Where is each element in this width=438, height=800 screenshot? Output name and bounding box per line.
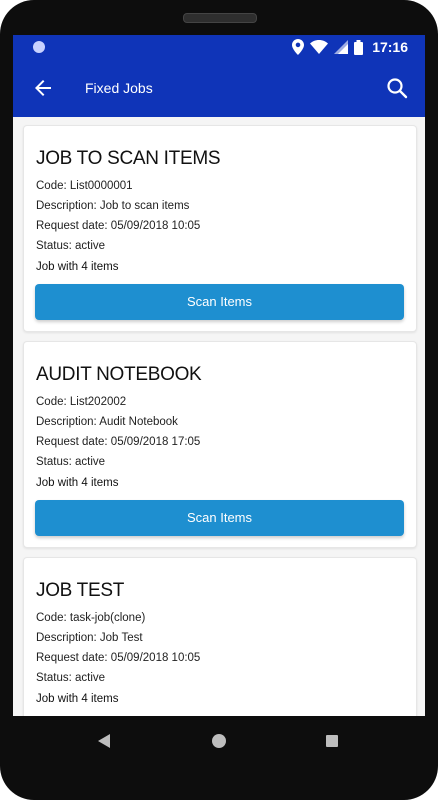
notification-icon bbox=[33, 41, 45, 53]
job-status: Status: active bbox=[36, 672, 106, 684]
job-code: Code: task-job(clone) bbox=[36, 612, 146, 624]
job-description: Description: Audit Notebook bbox=[36, 416, 178, 428]
job-request-date: Request date: 05/09/2018 10:05 bbox=[36, 652, 201, 664]
job-code: Code: List0000001 bbox=[36, 180, 133, 192]
speaker-grill bbox=[183, 13, 257, 23]
job-description: Description: Job to scan items bbox=[36, 200, 190, 212]
job-list[interactable]: JOB TO SCAN ITEMS Code: List0000001 Desc… bbox=[13, 117, 425, 716]
job-card: JOB TEST Code: task-job(clone) Descripti… bbox=[23, 557, 417, 716]
nav-recent-apps-icon[interactable] bbox=[326, 735, 338, 747]
device-frame: 17:16 Fixed Jobs JOB TO SCAN ITEMS Code:… bbox=[0, 0, 438, 800]
status-icons bbox=[292, 39, 363, 55]
status-bar: 17:16 bbox=[13, 35, 425, 60]
scan-items-button[interactable]: Scan Items bbox=[35, 500, 404, 536]
wifi-icon bbox=[310, 40, 328, 54]
job-code: Code: List202002 bbox=[36, 396, 127, 408]
navigation-bar bbox=[0, 716, 438, 800]
job-card: JOB TO SCAN ITEMS Code: List0000001 Desc… bbox=[23, 125, 417, 332]
signal-icon bbox=[334, 40, 348, 54]
page-title: Fixed Jobs bbox=[85, 80, 153, 96]
job-item-count: Job with 4 items bbox=[36, 693, 119, 705]
status-time: 17:16 bbox=[372, 39, 408, 55]
battery-icon bbox=[354, 39, 363, 55]
job-description: Description: Job Test bbox=[36, 632, 143, 644]
nav-back-icon[interactable] bbox=[98, 734, 110, 748]
screen: 17:16 Fixed Jobs JOB TO SCAN ITEMS Code:… bbox=[13, 35, 425, 716]
job-title: AUDIT NOTEBOOK bbox=[36, 364, 202, 385]
app-bar: Fixed Jobs bbox=[13, 60, 425, 117]
job-title: JOB TO SCAN ITEMS bbox=[36, 148, 221, 169]
job-status: Status: active bbox=[36, 240, 106, 252]
job-title: JOB TEST bbox=[36, 580, 125, 601]
job-status: Status: active bbox=[36, 456, 106, 468]
location-icon bbox=[292, 39, 304, 55]
job-request-date: Request date: 05/09/2018 10:05 bbox=[36, 220, 201, 232]
job-item-count: Job with 4 items bbox=[36, 477, 119, 489]
scan-items-button[interactable]: Scan Items bbox=[35, 284, 404, 320]
nav-home-icon[interactable] bbox=[212, 734, 226, 748]
search-icon[interactable] bbox=[385, 76, 409, 100]
job-request-date: Request date: 05/09/2018 17:05 bbox=[36, 436, 201, 448]
back-arrow-icon[interactable] bbox=[31, 76, 55, 100]
job-card: AUDIT NOTEBOOK Code: List202002 Descript… bbox=[23, 341, 417, 548]
job-item-count: Job with 4 items bbox=[36, 261, 119, 273]
